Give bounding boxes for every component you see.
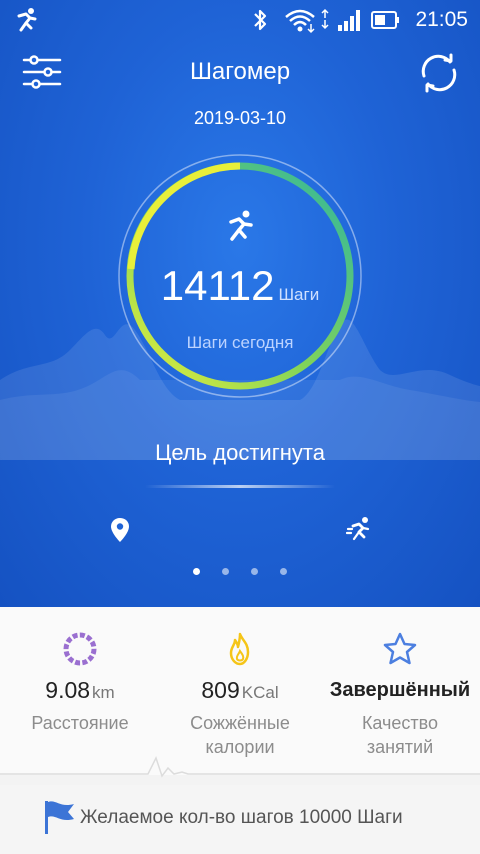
sync-icon[interactable] <box>416 50 462 96</box>
goal-divider <box>145 485 335 488</box>
calories-stat: 809 KCal Сожжённые калории <box>160 607 320 775</box>
date-label: 2019-03-10 <box>193 108 287 128</box>
distance-label: Расстояние <box>31 713 129 733</box>
battery-icon <box>371 11 399 29</box>
target-steps-label: Желаемое кол-во шагов 10000 Шаги <box>80 807 403 828</box>
step-count-unit: Шаги <box>278 285 320 304</box>
page-indicator[interactable] <box>0 562 480 580</box>
step-count: 14112 Шаги <box>0 262 480 310</box>
star-icon <box>383 632 417 665</box>
signal-icon <box>338 10 360 31</box>
step-count-value: 14112 <box>160 262 275 309</box>
calories-value: 809 <box>201 677 240 703</box>
bluetooth-icon <box>254 9 267 31</box>
goal-footer[interactable]: Желаемое кол-во шагов 10000 Шаги <box>0 785 480 854</box>
steps-today-label: Шаги сегодня <box>186 333 294 352</box>
page-dot-3[interactable] <box>251 568 258 575</box>
data-arrows-icon <box>321 8 329 30</box>
status-bar: 21:05 <box>0 0 480 40</box>
page-dot-1[interactable] <box>193 568 200 575</box>
stats-panel: 9.08 km Расстояние 809 KCal Сожжённые кало… <box>0 607 480 775</box>
distance-value: 9.08 <box>45 677 91 703</box>
page-title: Шагомер <box>189 58 291 85</box>
status-time: 21:05 <box>415 8 468 31</box>
page-dot-2[interactable] <box>222 568 229 575</box>
quality-stat: Завершённый Качество занятий <box>320 607 480 775</box>
quality-value: Завершённый <box>329 679 471 701</box>
app-header: Шагомер <box>0 48 480 96</box>
hero-panel: 21:05 Шагомер 2019-03-10 14112 Шаги Шаги… <box>0 0 480 607</box>
distance-ring-icon <box>63 632 97 666</box>
wifi-icon <box>285 9 315 34</box>
page-dot-4[interactable] <box>280 568 287 575</box>
flame-icon <box>229 632 250 666</box>
quality-label: Качество занятий <box>361 713 439 757</box>
calories-label: Сожжённые калории <box>190 713 290 757</box>
running-icon <box>229 210 253 241</box>
calories-unit: KCal <box>241 683 279 702</box>
pulse-divider <box>0 756 480 778</box>
distance-stat: 9.08 km Расстояние <box>0 607 160 775</box>
running-mode-icon[interactable] <box>346 515 374 543</box>
goal-status: Цель достигнута <box>155 440 325 465</box>
distance-unit: km <box>92 683 115 702</box>
location-pin-icon[interactable] <box>110 517 130 543</box>
running-app-icon <box>17 8 37 32</box>
flag-icon <box>45 801 74 834</box>
